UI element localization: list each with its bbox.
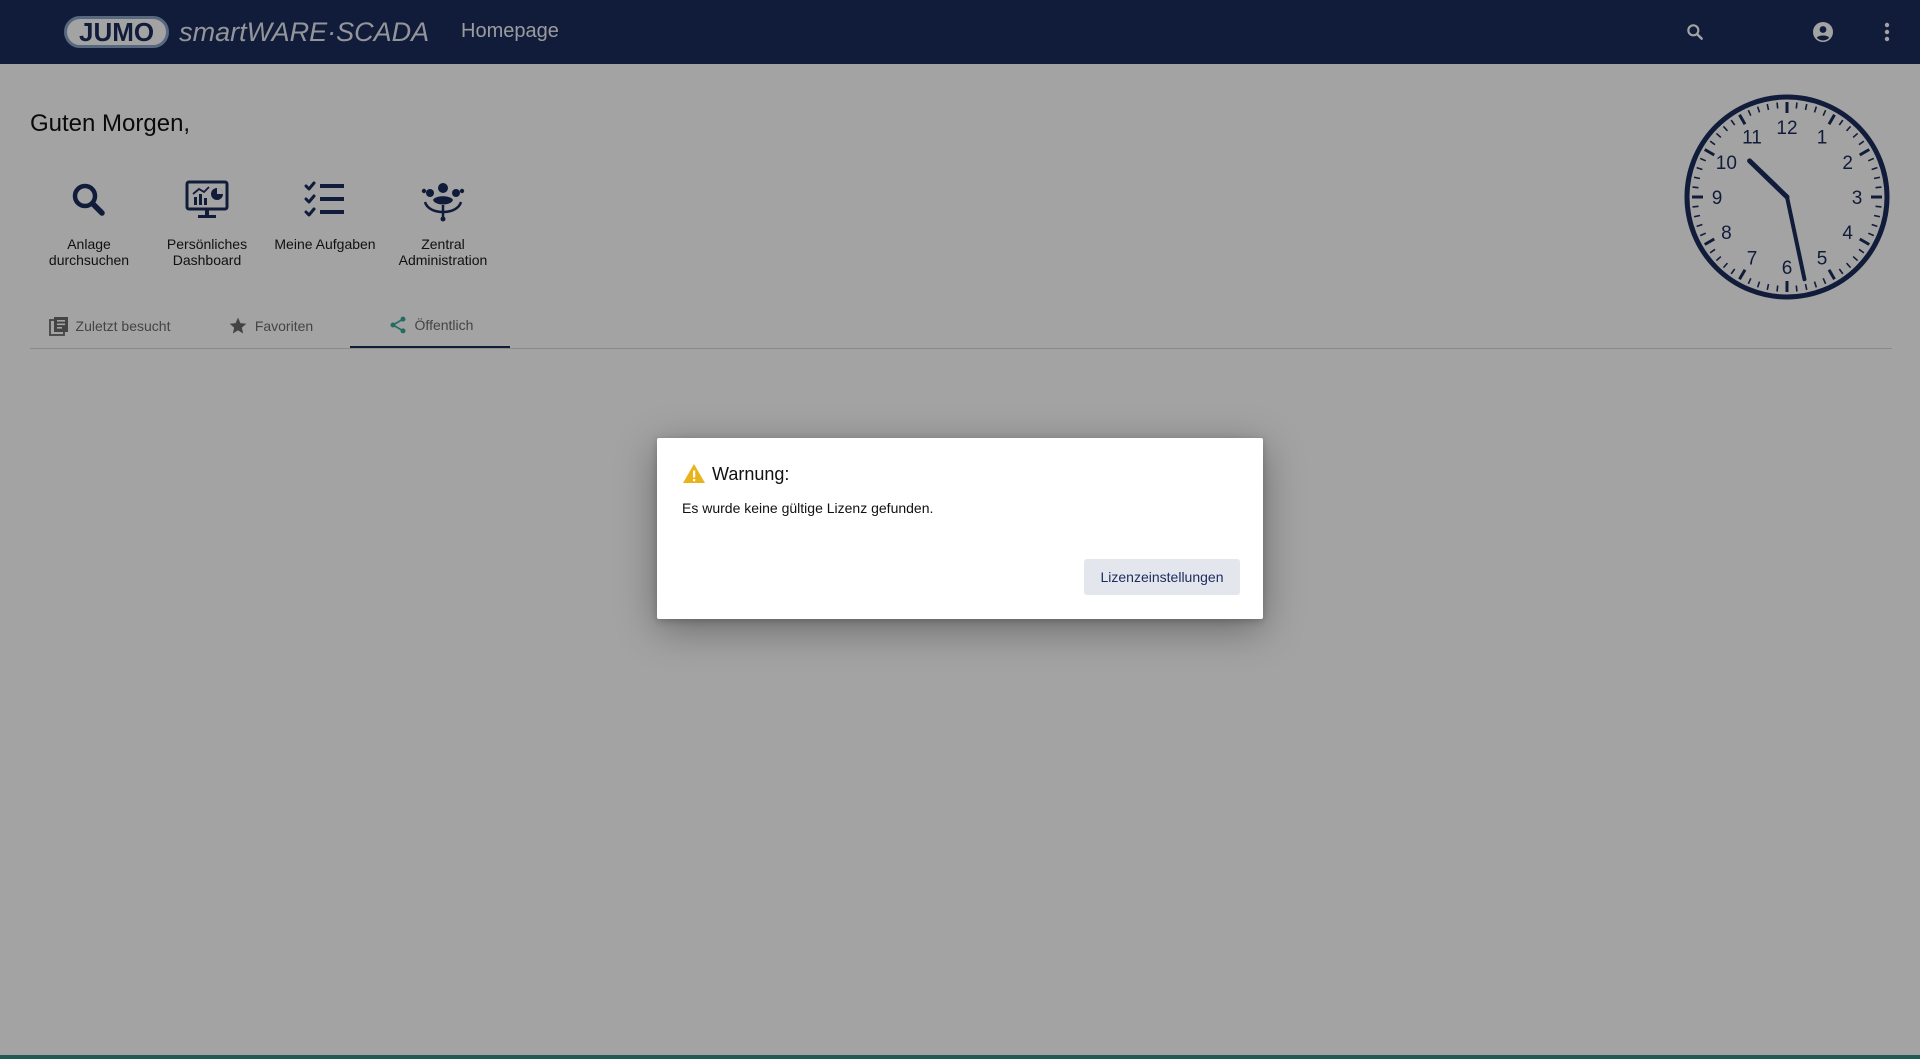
warning-icon xyxy=(683,464,705,483)
dialog-title-text: Warnung: xyxy=(712,463,790,484)
dialog-title: Warnung: xyxy=(682,462,789,486)
license-settings-button[interactable]: Lizenzeinstellungen xyxy=(1084,559,1240,595)
app-root: JUMO smartWARE·SCADA Homepage Guten Morg… xyxy=(0,0,1920,1059)
license-warning-dialog: Warnung: Es wurde keine gültige Lizenz g… xyxy=(657,438,1263,619)
bottom-status-line xyxy=(0,1055,1920,1059)
dialog-message: Es wurde keine gültige Lizenz gefunden. xyxy=(682,500,934,516)
